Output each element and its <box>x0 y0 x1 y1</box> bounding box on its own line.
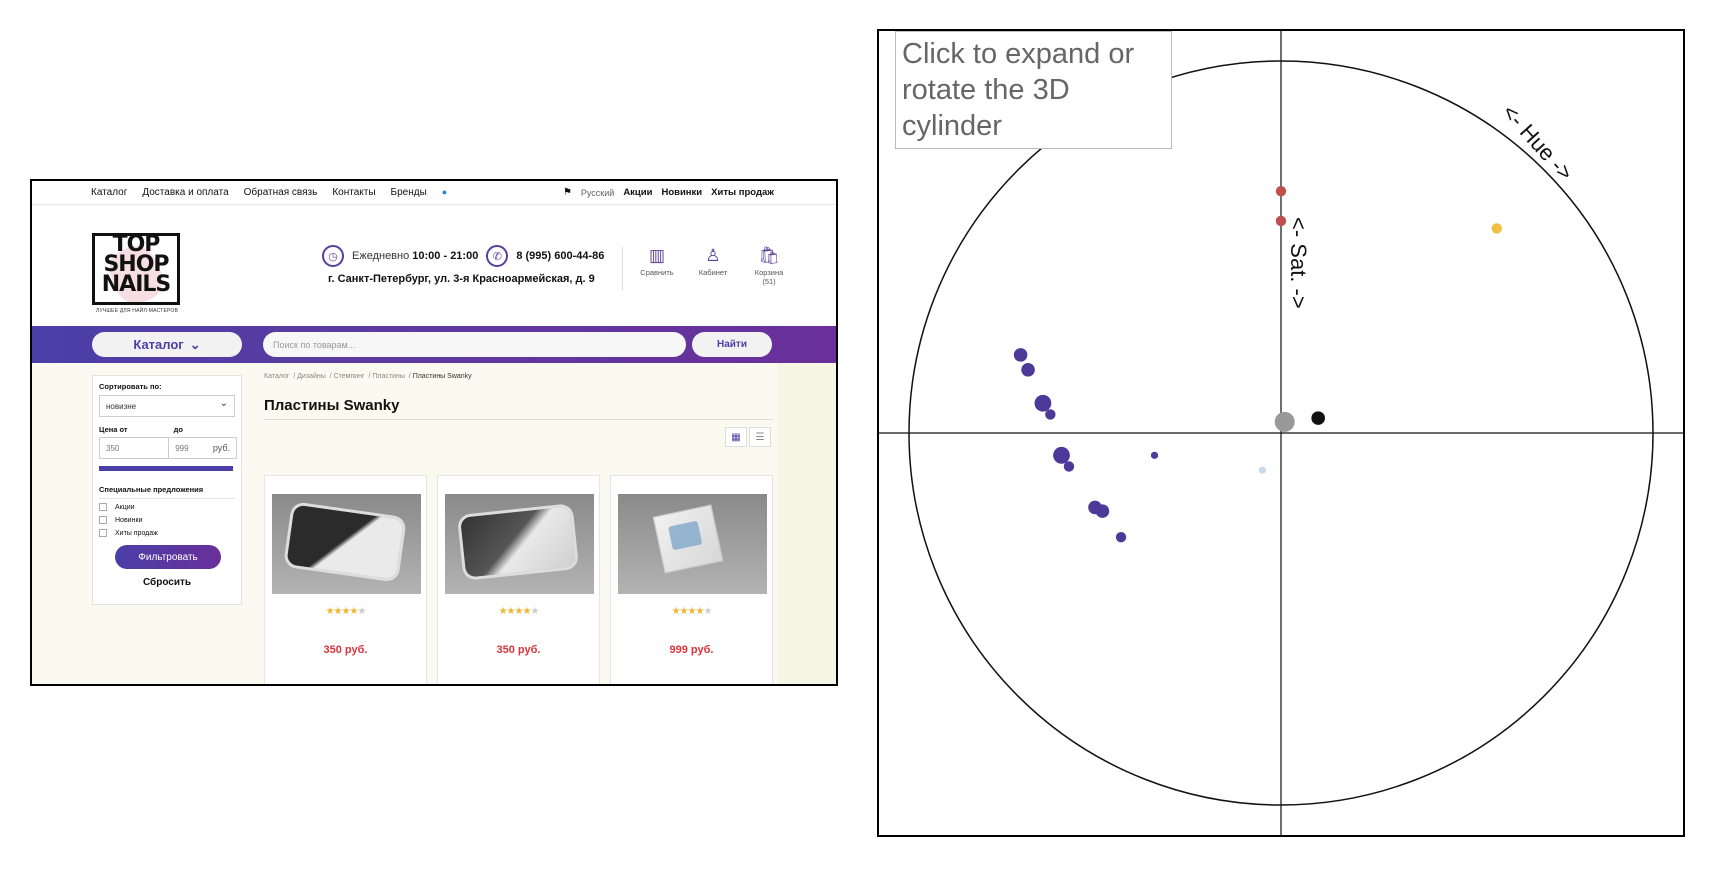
scatter-point <box>1311 411 1325 425</box>
nav-link-feedback[interactable]: Обратная связь <box>244 187 318 198</box>
top-nav: Каталог Доставка и оплата Обратная связь… <box>32 181 836 205</box>
hours-value: 10:00 - 21:00 <box>412 250 479 262</box>
compare-button[interactable]: ▥ Сравнить <box>639 247 675 291</box>
location-pin-icon[interactable]: ● <box>442 187 447 198</box>
checkbox-bestsellers[interactable]: Хиты продаж <box>99 529 235 537</box>
price-to-input[interactable]: 999 <box>169 438 207 458</box>
product-grid: ★★★★★ 350 руб. ★★★★★ 350 руб. ★★★★★ 999 … <box>264 475 773 684</box>
contacts-block: ◷ Ежедневно 10:00 - 21:00 ✆ 8 (995) 600-… <box>322 245 604 285</box>
filters-panel: Сортировать по: новизне Цена от до 350 9… <box>92 375 242 605</box>
product-price: 999 руб. <box>669 644 714 656</box>
nav-link-brands[interactable]: Бренды <box>391 187 427 198</box>
price-from-label: Цена от <box>99 425 128 434</box>
find-button[interactable]: Найти <box>692 332 772 357</box>
rating-stars: ★★★★★ <box>671 606 713 617</box>
scatter-point <box>1491 223 1502 234</box>
checkbox-promotions[interactable]: Акции <box>99 503 235 511</box>
breadcrumb-item[interactable]: Пластины <box>372 373 405 380</box>
search-input[interactable]: Поиск по товарам... <box>263 332 686 357</box>
breadcrumb-current: Пластины Swanky <box>412 373 472 380</box>
sort-label: Сортировать по: <box>99 382 162 391</box>
scatter-point <box>1063 461 1075 472</box>
breadcrumb: Каталог / Дизайны / Стемпинг / Пластины … <box>264 373 472 380</box>
cart-icon: 🛍 <box>758 246 780 265</box>
chevron-down-icon: ⌄ <box>189 336 201 352</box>
price-from-input[interactable]: 350 <box>100 438 170 458</box>
product-image[interactable] <box>445 494 594 594</box>
saturation-label: <- Sat. -> <box>1286 217 1311 309</box>
product-card[interactable]: ★★★★★ 350 руб. <box>437 475 600 684</box>
breadcrumb-item[interactable]: Дизайны <box>297 373 326 380</box>
product-card[interactable]: ★★★★★ 999 руб. <box>610 475 773 684</box>
scatter-point <box>1045 409 1056 420</box>
nav-link-delivery[interactable]: Доставка и оплата <box>142 187 228 198</box>
language-select[interactable]: Русский <box>581 188 614 198</box>
reset-button[interactable]: Сбросить <box>99 577 235 588</box>
website-screenshot: Каталог Доставка и оплата Обратная связь… <box>30 179 838 686</box>
nav-link-contacts[interactable]: Контакты <box>332 187 375 198</box>
list-view-icon[interactable]: ☰ <box>749 427 771 447</box>
scatter-point <box>1274 411 1295 432</box>
user-icon: ♙ <box>705 246 721 265</box>
address: г. Санкт-Петербург, ул. 3-я Красноармейс… <box>328 273 595 285</box>
search-bar: Каталог ⌄ Поиск по товарам... Найти <box>32 326 836 363</box>
nav-link-catalog[interactable]: Каталог <box>91 187 127 198</box>
rating-stars: ★★★★★ <box>498 606 540 617</box>
scatter-point <box>1150 451 1159 459</box>
product-price: 350 руб. <box>496 644 541 656</box>
scatter-point <box>1275 186 1287 197</box>
grid-view-icon[interactable]: ▦ <box>725 427 747 447</box>
price-to-label: до <box>173 425 183 434</box>
scatter-point <box>1258 466 1266 474</box>
special-offers-label: Специальные предложения <box>99 485 235 499</box>
phone-number[interactable]: 8 (995) 600-44-86 <box>516 250 604 262</box>
color-cylinder-plot[interactable]: <- Sat. -> <- Hue -> Click to expand or … <box>877 29 1685 837</box>
breadcrumb-item[interactable]: Каталог <box>264 373 289 380</box>
hue-saturation-chart[interactable]: <- Sat. -> <- Hue -> <box>879 31 1683 835</box>
scatter-point <box>1095 504 1110 518</box>
hours-label: Ежедневно <box>352 250 410 262</box>
user-icons: ▥ Сравнить ♙ Кабинет 🛍 Корзина (51) <box>622 247 787 291</box>
scatter-point <box>1275 215 1287 227</box>
hue-label: <- Hue -> <box>1497 100 1578 186</box>
scatter-point <box>1115 531 1127 543</box>
scatter-point <box>1053 446 1070 464</box>
compare-icon: ▥ <box>648 246 666 265</box>
phone-icon: ✆ <box>486 245 509 267</box>
product-image[interactable] <box>272 494 421 594</box>
scatter-point <box>1013 348 1028 362</box>
sort-select[interactable]: новизне <box>99 395 235 417</box>
breadcrumb-item[interactable]: Стемпинг <box>334 373 365 380</box>
nav-link-new[interactable]: Новинки <box>661 187 702 198</box>
nav-link-promotions[interactable]: Акции <box>623 187 652 198</box>
rating-stars: ★★★★★ <box>325 606 367 617</box>
page-title: Пластины Swanky <box>264 397 400 414</box>
nav-link-bestsellers[interactable]: Хиты продаж <box>711 187 774 198</box>
view-switcher: ▦ ☰ <box>725 427 771 447</box>
data-points <box>1013 186 1502 543</box>
product-price: 350 руб. <box>323 644 368 656</box>
filter-button[interactable]: Фильтровать <box>115 545 221 569</box>
cart-button[interactable]: 🛍 Корзина (51) <box>751 247 787 291</box>
flag-icon: ⚑ <box>562 187 572 198</box>
expand-rotate-hint[interactable]: Click to expand or rotate the 3D cylinde… <box>895 31 1172 149</box>
site-logo[interactable]: TOP SHOP NAILS ЛУЧШЕЕ ДЛЯ НАЙЛ-МАСТЕРОВ <box>92 233 180 314</box>
scatter-point <box>1021 362 1035 377</box>
currency-label: руб. <box>212 443 230 453</box>
scatter-point <box>1034 394 1052 412</box>
clock-icon: ◷ <box>322 245 344 267</box>
checkbox-new[interactable]: Новинки <box>99 516 235 524</box>
product-card[interactable]: ★★★★★ 350 руб. <box>264 475 427 684</box>
catalog-button[interactable]: Каталог ⌄ <box>92 332 242 357</box>
account-button[interactable]: ♙ Кабинет <box>695 247 731 291</box>
product-image[interactable] <box>618 494 767 594</box>
catalog-content: Сортировать по: новизне Цена от до 350 9… <box>32 363 836 684</box>
price-range-slider[interactable] <box>99 466 233 471</box>
